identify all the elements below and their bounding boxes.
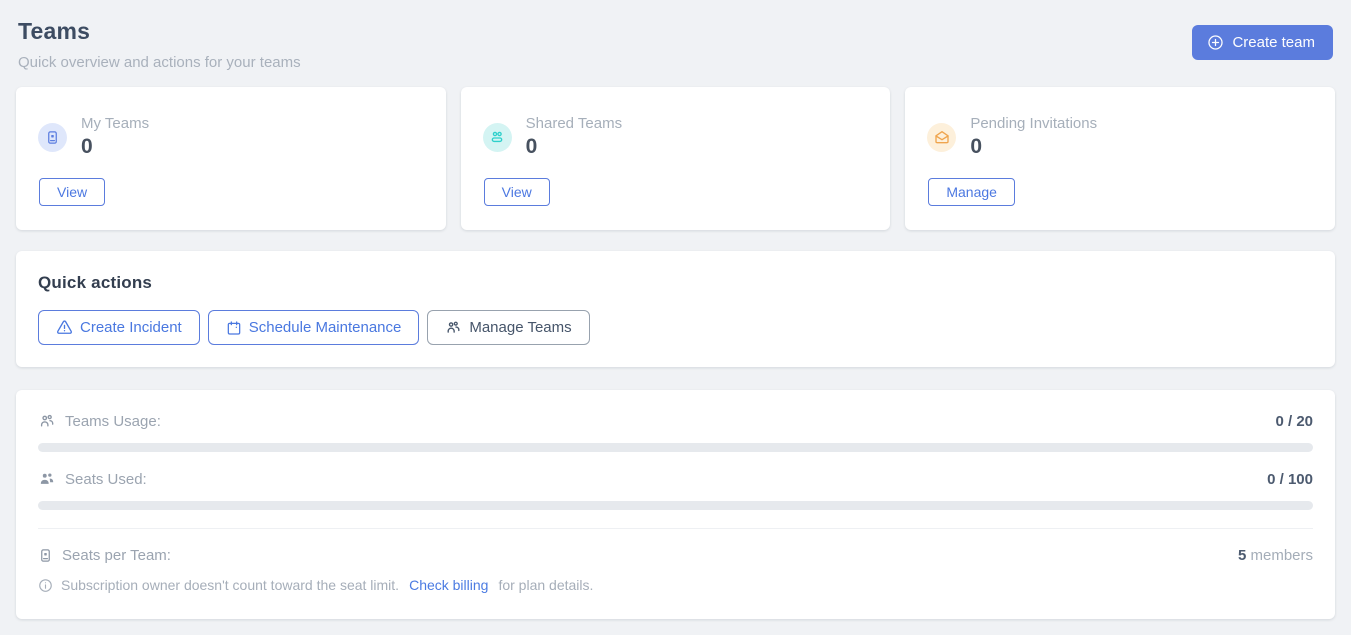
seats-used-progressbar	[38, 501, 1313, 510]
usage-divider	[38, 528, 1313, 529]
card-head: My Teams 0	[38, 115, 424, 159]
teams-usage-label: Teams Usage:	[65, 413, 161, 430]
page-subtitle: Quick overview and actions for your team…	[18, 54, 301, 71]
manage-teams-label: Manage Teams	[469, 319, 571, 336]
page-title: Teams	[18, 18, 301, 45]
card-head: Shared Teams 0	[483, 115, 869, 159]
page-heading-block: Teams Quick overview and actions for you…	[18, 18, 301, 71]
users-outline-icon	[38, 412, 56, 430]
seats-used-label-group: Seats Used:	[38, 470, 147, 488]
quick-actions-title: Quick actions	[38, 273, 1313, 293]
seats-per-team-label: Seats per Team:	[62, 547, 171, 564]
manage-teams-button[interactable]: Manage Teams	[427, 310, 589, 345]
seat-limit-note: Subscription owner doesn't count toward …	[38, 577, 1313, 593]
card-shared-teams: Shared Teams 0 View	[461, 87, 891, 230]
create-team-button[interactable]: Create team	[1192, 25, 1333, 60]
info-icon	[38, 578, 53, 593]
create-incident-label: Create Incident	[80, 319, 182, 336]
card-label: My Teams	[81, 115, 149, 132]
warning-icon	[56, 319, 73, 336]
view-my-teams-button[interactable]: View	[39, 178, 105, 206]
card-value: 0	[970, 135, 1097, 159]
view-shared-teams-button[interactable]: View	[484, 178, 550, 206]
id-badge-icon	[38, 548, 53, 563]
teams-page: Teams Quick overview and actions for you…	[0, 0, 1351, 635]
users-icon	[483, 123, 512, 152]
quick-actions-panel: Quick actions Create Incident	[16, 251, 1335, 367]
seats-per-team-label-group: Seats per Team:	[38, 547, 171, 564]
open-envelope-icon	[927, 123, 956, 152]
quick-actions-row: Create Incident Schedule Maintenance	[38, 310, 1313, 345]
id-badge-icon	[38, 123, 67, 152]
card-value: 0	[526, 135, 622, 159]
seats-used-label: Seats Used:	[65, 471, 147, 488]
seats-per-team-value: 5 members	[1238, 547, 1313, 564]
stats-cards-row: My Teams 0 View Shared Teams 0 Vi	[16, 87, 1335, 230]
page-header: Teams Quick overview and actions for you…	[16, 16, 1335, 71]
card-label: Shared Teams	[526, 115, 622, 132]
card-value: 0	[81, 135, 149, 159]
teams-usage-progressbar	[38, 443, 1313, 452]
teams-usage-row: Teams Usage: 0 / 20	[38, 412, 1313, 430]
teams-usage-value: 0 / 20	[1275, 413, 1313, 430]
check-billing-link[interactable]: Check billing	[409, 577, 488, 593]
usage-panel: Teams Usage: 0 / 20 Seats Used: 0 / 100	[16, 390, 1335, 619]
seats-per-team-row: Seats per Team: 5 members	[38, 547, 1313, 564]
card-pending-invitations: Pending Invitations 0 Manage	[905, 87, 1335, 230]
schedule-maintenance-label: Schedule Maintenance	[249, 319, 402, 336]
create-team-label: Create team	[1232, 34, 1315, 51]
card-texts: Pending Invitations 0	[970, 115, 1097, 159]
create-incident-button[interactable]: Create Incident	[38, 310, 200, 345]
card-texts: My Teams 0	[81, 115, 149, 159]
users-icon	[445, 319, 462, 336]
plus-circle-icon	[1207, 34, 1224, 51]
seats-used-row: Seats Used: 0 / 100	[38, 470, 1313, 488]
seats-used-value: 0 / 100	[1267, 471, 1313, 488]
note-suffix: for plan details.	[498, 577, 593, 593]
teams-usage-label-group: Teams Usage:	[38, 412, 161, 430]
seats-per-team-unit: members	[1246, 547, 1313, 564]
note-text: Subscription owner doesn't count toward …	[61, 577, 399, 593]
card-texts: Shared Teams 0	[526, 115, 622, 159]
card-head: Pending Invitations 0	[927, 115, 1313, 159]
users-filled-icon	[38, 470, 56, 488]
schedule-maintenance-button[interactable]: Schedule Maintenance	[208, 310, 420, 345]
calendar-icon	[226, 320, 242, 336]
card-label: Pending Invitations	[970, 115, 1097, 132]
manage-invitations-button[interactable]: Manage	[928, 178, 1015, 206]
card-my-teams: My Teams 0 View	[16, 87, 446, 230]
